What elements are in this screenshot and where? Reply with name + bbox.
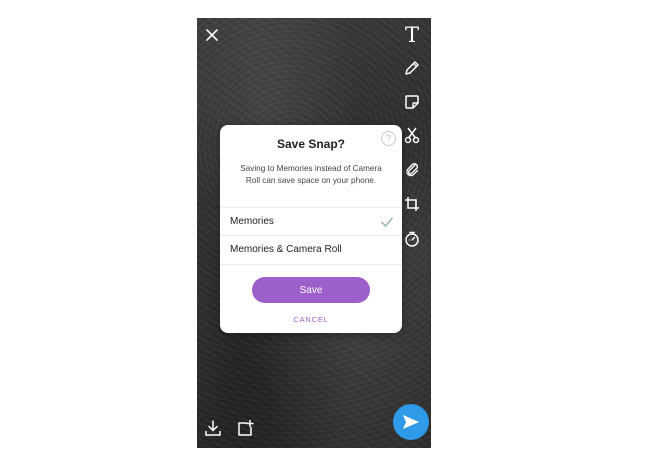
dialog-title: Save Snap? — [276, 137, 346, 151]
send-arrow-icon — [403, 415, 419, 429]
timer-icon[interactable] — [399, 226, 425, 252]
option-label: Memories — [230, 216, 274, 227]
crop-icon[interactable] — [399, 191, 425, 217]
option-label: Memories & Camera Roll — [230, 244, 342, 255]
sticker-icon[interactable] — [399, 89, 425, 115]
help-icon[interactable]: ? — [381, 131, 396, 146]
save-snap-dialog: Save Snap? ? Saving to Memories instead … — [220, 125, 402, 333]
text-tool-icon[interactable]: T — [399, 22, 425, 48]
scissors-icon[interactable] — [399, 122, 425, 148]
cancel-button[interactable]: CANCEL — [220, 315, 402, 324]
option-memories[interactable]: Memories — [220, 207, 402, 236]
paperclip-icon[interactable] — [399, 156, 425, 182]
option-memories-and-camera-roll[interactable]: Memories & Camera Roll — [220, 235, 402, 265]
text-tool-glyph: T — [404, 23, 419, 47]
stage: T Save Snap? ? Saving to Memories instea… — [0, 0, 651, 470]
save-button[interactable]: Save — [252, 277, 370, 303]
dialog-description: Saving to Memories instead of Camera Rol… — [240, 164, 382, 185]
close-icon[interactable] — [201, 24, 223, 46]
send-button[interactable] — [393, 404, 429, 440]
pencil-icon[interactable] — [399, 55, 425, 81]
download-icon[interactable] — [201, 416, 225, 440]
add-to-story-icon[interactable] — [233, 416, 257, 440]
checkmark-icon — [381, 217, 393, 227]
